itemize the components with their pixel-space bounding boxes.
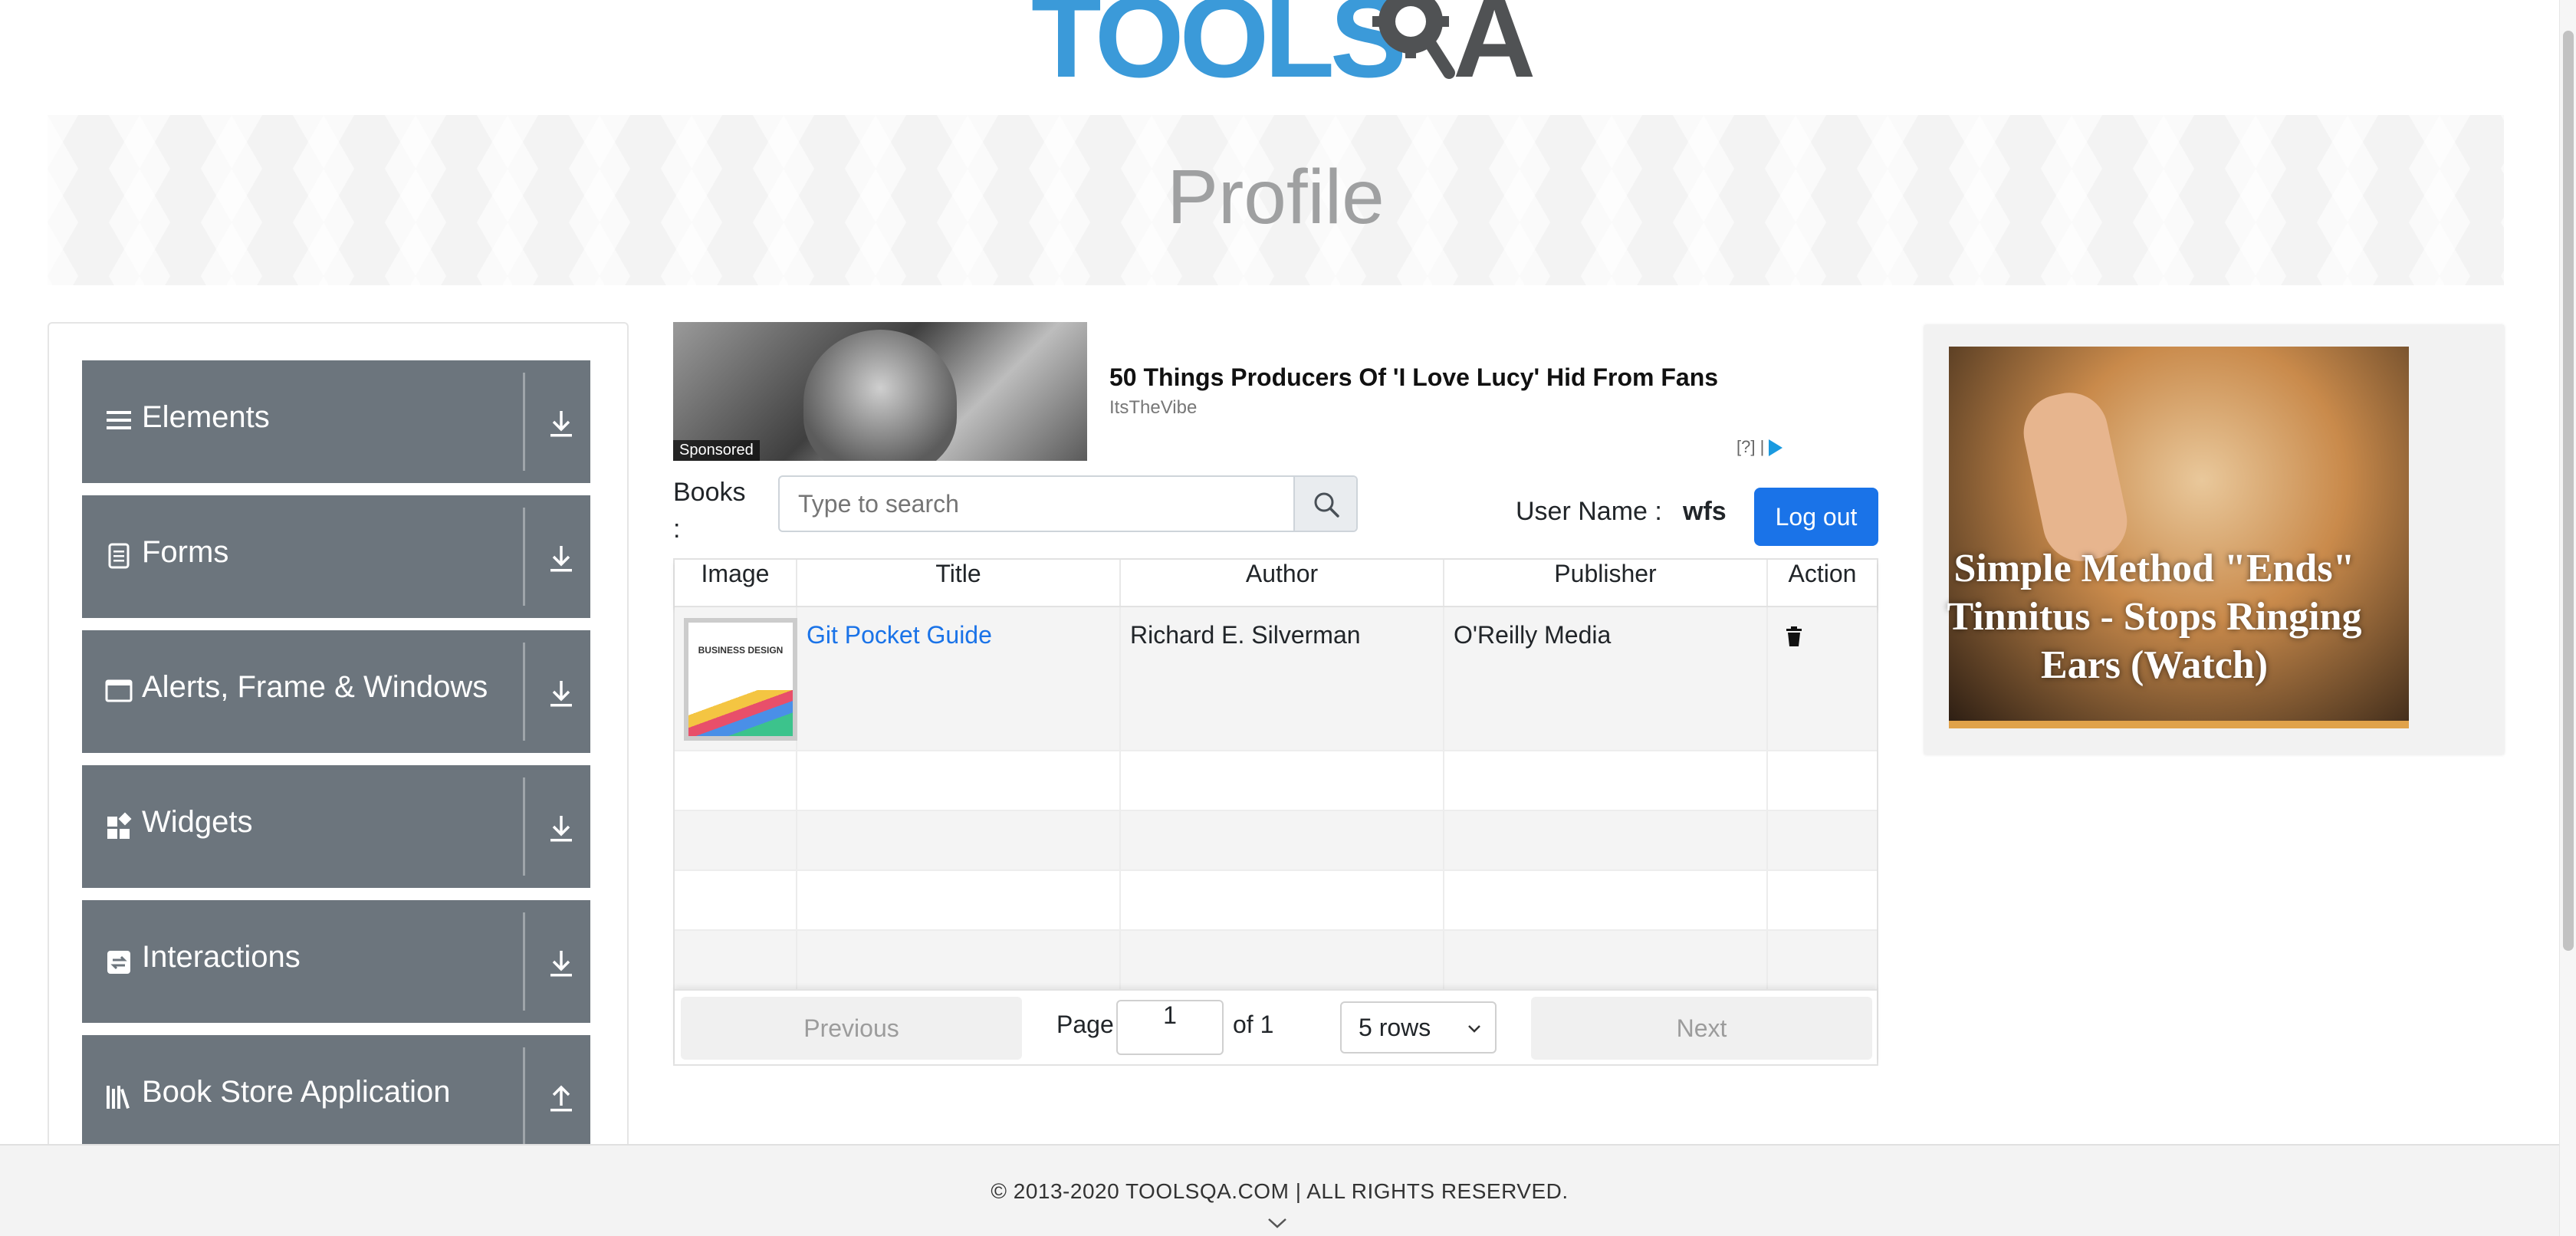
- books-label: Books :: [673, 478, 746, 544]
- page-header-banner: Profile: [48, 115, 2504, 285]
- menu-icon: [107, 411, 131, 429]
- download-icon: [550, 411, 572, 437]
- ad-image[interactable]: Sponsored: [673, 322, 1087, 461]
- nav-group-elements[interactable]: Elements: [82, 360, 590, 483]
- cell-title: Git Pocket Guide: [797, 607, 1121, 750]
- window-icon: [105, 679, 133, 702]
- page-total: of 1: [1233, 1011, 1274, 1038]
- download-icon: [550, 951, 572, 977]
- divider: [523, 508, 525, 606]
- table-row-empty: [675, 871, 1877, 931]
- download-icon: [550, 681, 572, 707]
- next-button[interactable]: Next: [1531, 997, 1872, 1060]
- cell-author: Richard E. Silverman: [1121, 607, 1444, 750]
- ad-accent-bar: [1949, 721, 2409, 728]
- footer: © 2013-2020 TOOLSQA.COM | ALL RIGHTS RES…: [0, 1144, 2559, 1236]
- search-icon: [1314, 492, 1339, 518]
- scrollbar[interactable]: [2559, 0, 2576, 1236]
- rows-per-page-value: 5 rows: [1359, 1014, 1431, 1041]
- chevron-down-icon: [1468, 1025, 1480, 1033]
- page-number-input[interactable]: 1: [1116, 1000, 1224, 1055]
- scrollbar-thumb[interactable]: [2563, 31, 2574, 951]
- book-cover-art: [688, 690, 793, 736]
- download-icon: [550, 546, 572, 572]
- nav-group-label: Elements: [142, 400, 270, 434]
- nav-group-label: Interactions: [142, 940, 301, 974]
- ad-source[interactable]: ItsTheVibe: [1109, 397, 1197, 419]
- ad-headline[interactable]: 50 Things Producers Of 'I Love Lucy' Hid…: [1109, 363, 1718, 392]
- cell-action: [1768, 607, 1877, 750]
- gear-icon: [1372, 0, 1455, 79]
- divider: [523, 643, 525, 741]
- page-title: Profile: [1167, 154, 1385, 240]
- column-header-image[interactable]: Image: [675, 560, 797, 606]
- nav-group-label: Book Store Application: [142, 1075, 451, 1109]
- user-name-label: User Name :: [1516, 497, 1662, 526]
- rows-per-page-select[interactable]: 5 rows: [1340, 1001, 1497, 1054]
- nav-group-forms[interactable]: Forms: [82, 495, 590, 618]
- logout-button[interactable]: Log out: [1754, 488, 1878, 546]
- book-cover: BUSINESS DESIGN: [684, 618, 797, 741]
- ad-headline: Simple Method "Ends" Tinnitus - Stops Ri…: [1947, 547, 2362, 687]
- sponsored-badge: Sponsored: [673, 440, 760, 461]
- books-table: Image Title Author Publisher Action BUSI…: [673, 558, 1878, 1066]
- ad-photo: [803, 330, 957, 461]
- divider: [523, 373, 525, 471]
- chevron-down-icon[interactable]: [1267, 1216, 1288, 1230]
- logo-letter-a: A: [1453, 0, 1536, 101]
- nav-group-interactions[interactable]: Interactions: [82, 900, 590, 1023]
- adchoices-icon: [1769, 439, 1783, 457]
- book-publisher: O'Reilly Media: [1454, 621, 1612, 649]
- interactions-icon: [107, 951, 130, 974]
- nav-group-label: Alerts, Frame & Windows: [142, 670, 488, 704]
- column-header-title[interactable]: Title: [797, 560, 1121, 606]
- previous-button[interactable]: Previous: [681, 997, 1022, 1060]
- nav-group-widgets[interactable]: Widgets: [82, 765, 590, 888]
- book-author: Richard E. Silverman: [1130, 621, 1361, 649]
- pagination: Previous Page 1 of 1 5 rows Next: [675, 989, 1877, 1064]
- nav-group-label: Widgets: [142, 805, 253, 839]
- right-ad[interactable]: Simple Method "Ends" Tinnitus - Stops Ri…: [1924, 325, 2504, 754]
- table-row-empty: [675, 751, 1877, 811]
- widgets-icon: [107, 812, 132, 839]
- toolsqa-logo[interactable]: TOOLS A: [1031, 0, 1536, 101]
- cell-image: BUSINESS DESIGN: [675, 607, 797, 750]
- column-header-author[interactable]: Author: [1121, 560, 1444, 606]
- download-icon: [550, 816, 572, 842]
- upload-icon: [550, 1085, 572, 1112]
- ad-choices[interactable]: [?] |: [1737, 437, 1783, 457]
- nav-group-label: Forms: [142, 535, 229, 569]
- page-label: Page: [1056, 1011, 1114, 1038]
- copyright-text: © 2013-2020 TOOLSQA.COM | ALL RIGHTS RES…: [991, 1179, 1569, 1203]
- page: TOOLS A Profile Elements Forms Alerts, F…: [0, 0, 2576, 1236]
- table-row-empty: [675, 931, 1877, 991]
- divider: [523, 1047, 525, 1146]
- table-header: Image Title Author Publisher Action: [675, 560, 1877, 607]
- book-title-link[interactable]: Git Pocket Guide: [807, 621, 992, 649]
- ad-photo-detail: [2016, 385, 2134, 569]
- divider: [523, 912, 525, 1011]
- search-input[interactable]: [780, 477, 1295, 531]
- cell-publisher: O'Reilly Media: [1444, 607, 1768, 750]
- document-icon: [108, 543, 130, 569]
- books-icon: [107, 1086, 130, 1109]
- user-name-value: wfs: [1683, 497, 1727, 526]
- ad-choices-text: [?]: [1737, 437, 1756, 456]
- table-row-empty: [675, 811, 1877, 871]
- table-row: BUSINESS DESIGN Git Pocket Guide Richard…: [675, 607, 1877, 751]
- column-header-action[interactable]: Action: [1768, 560, 1877, 606]
- nav-group-book-store-application[interactable]: Book Store Application: [82, 1035, 590, 1158]
- divider: [523, 777, 525, 876]
- column-header-publisher[interactable]: Publisher: [1444, 560, 1768, 606]
- logo-wordmark: TOOLS: [1031, 0, 1407, 101]
- search-box: [778, 475, 1358, 532]
- trash-icon[interactable]: [1785, 626, 1803, 647]
- search-button[interactable]: [1293, 477, 1356, 531]
- book-cover-text: BUSINESS DESIGN: [698, 645, 784, 656]
- nav-group-alerts-frame-windows[interactable]: Alerts, Frame & Windows: [82, 630, 590, 753]
